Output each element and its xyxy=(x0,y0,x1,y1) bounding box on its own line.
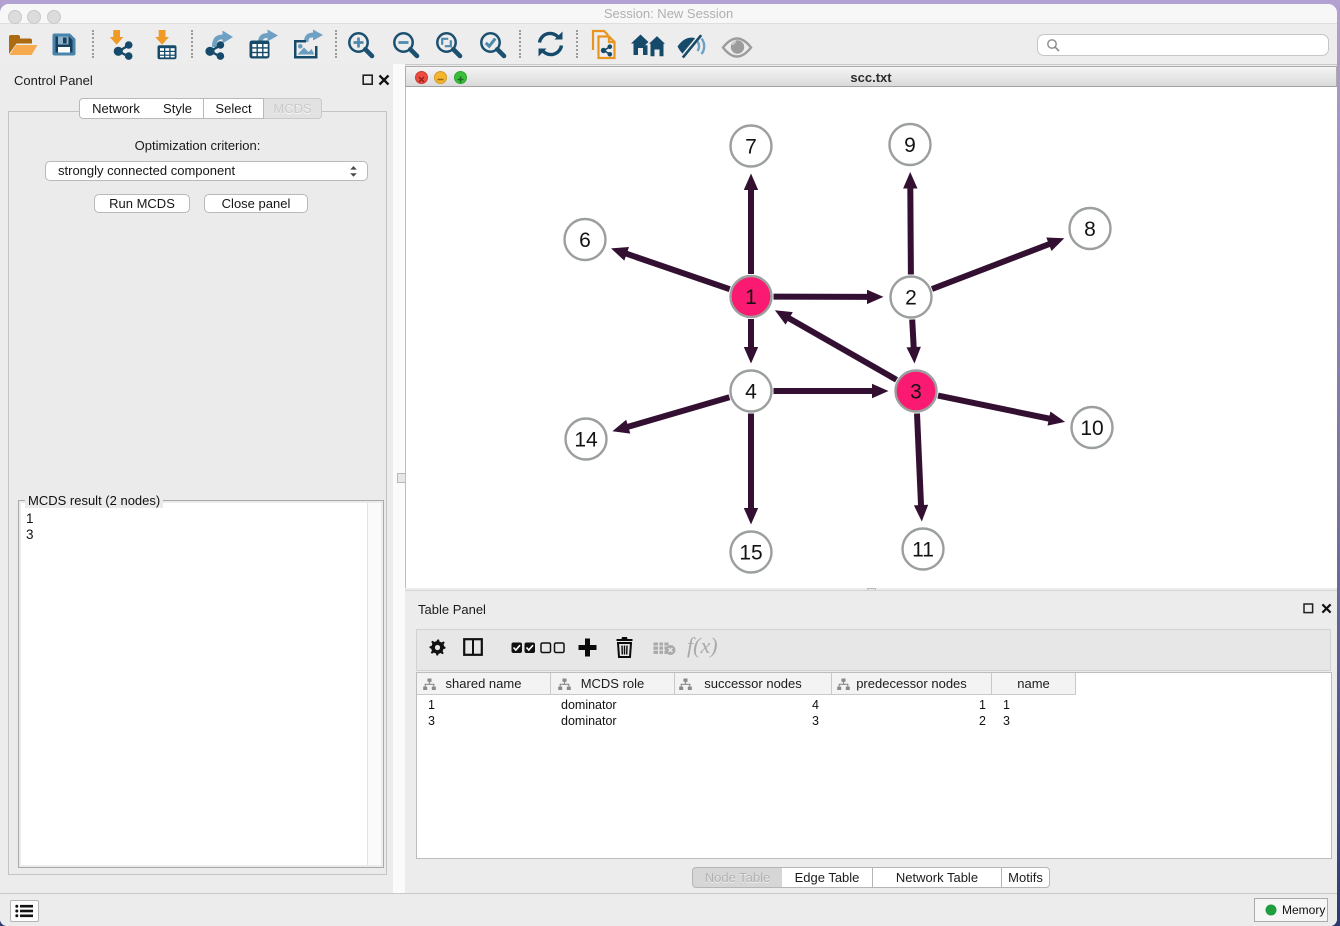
svg-text:14: 14 xyxy=(574,429,598,452)
svg-text:6: 6 xyxy=(579,229,591,252)
svg-text:2: 2 xyxy=(905,287,917,310)
svg-text:3: 3 xyxy=(910,381,922,404)
svg-text:9: 9 xyxy=(904,134,916,157)
svg-text:15: 15 xyxy=(739,542,762,565)
svg-text:8: 8 xyxy=(1084,218,1096,241)
svg-text:7: 7 xyxy=(745,136,757,159)
svg-text:1: 1 xyxy=(745,286,757,309)
svg-text:10: 10 xyxy=(1080,417,1103,440)
svg-text:4: 4 xyxy=(745,381,757,404)
svg-text:11: 11 xyxy=(912,539,934,562)
